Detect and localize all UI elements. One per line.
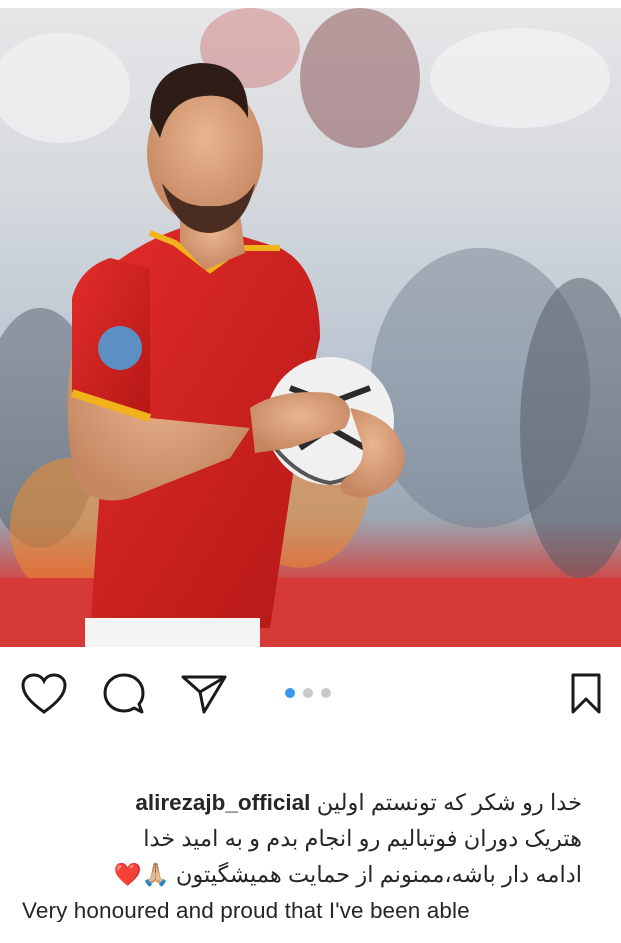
carousel-indicator bbox=[285, 688, 331, 698]
caption-text: Very honoured and proud that I've been a… bbox=[22, 898, 470, 923]
caption-text: هتریک دوران فوتبالیم رو انجام بدم و به ا… bbox=[143, 826, 582, 851]
bottom-strip bbox=[0, 922, 621, 943]
comment-icon bbox=[101, 671, 147, 722]
carousel-dot bbox=[321, 688, 331, 698]
instagram-post: alirezajb_official خدا رو شکر که تونستم … bbox=[0, 0, 621, 943]
heart-icon bbox=[20, 672, 68, 721]
caption-text: خدا رو شکر که تونستم اولین bbox=[316, 790, 582, 815]
post-caption: alirezajb_official خدا رو شکر که تونستم … bbox=[22, 785, 582, 929]
caption-text: ادامه دار باشه،ممنونم از حمایت همیشگیتون bbox=[175, 862, 582, 887]
caption-line: ادامه دار باشه،ممنونم از حمایت همیشگیتون… bbox=[22, 857, 582, 893]
save-button[interactable] bbox=[562, 672, 610, 720]
caption-line: هتریک دوران فوتبالیم رو انجام بدم و به ا… bbox=[22, 821, 582, 857]
caption-username[interactable]: alirezajb_official bbox=[135, 790, 310, 815]
post-photo-illustration bbox=[0, 8, 621, 647]
caption-emojis: 🙏🏼❤️ bbox=[113, 862, 170, 887]
share-button[interactable] bbox=[180, 672, 228, 720]
carousel-dot-active bbox=[285, 688, 295, 698]
bookmark-icon bbox=[568, 672, 604, 721]
post-photo[interactable] bbox=[0, 8, 621, 647]
carousel-dot bbox=[303, 688, 313, 698]
paper-plane-icon bbox=[180, 672, 228, 721]
comment-button[interactable] bbox=[100, 672, 148, 720]
like-button[interactable] bbox=[20, 672, 68, 720]
caption-line: alirezajb_official خدا رو شکر که تونستم … bbox=[22, 785, 582, 821]
status-strip bbox=[0, 0, 621, 8]
post-action-bar bbox=[0, 660, 621, 730]
